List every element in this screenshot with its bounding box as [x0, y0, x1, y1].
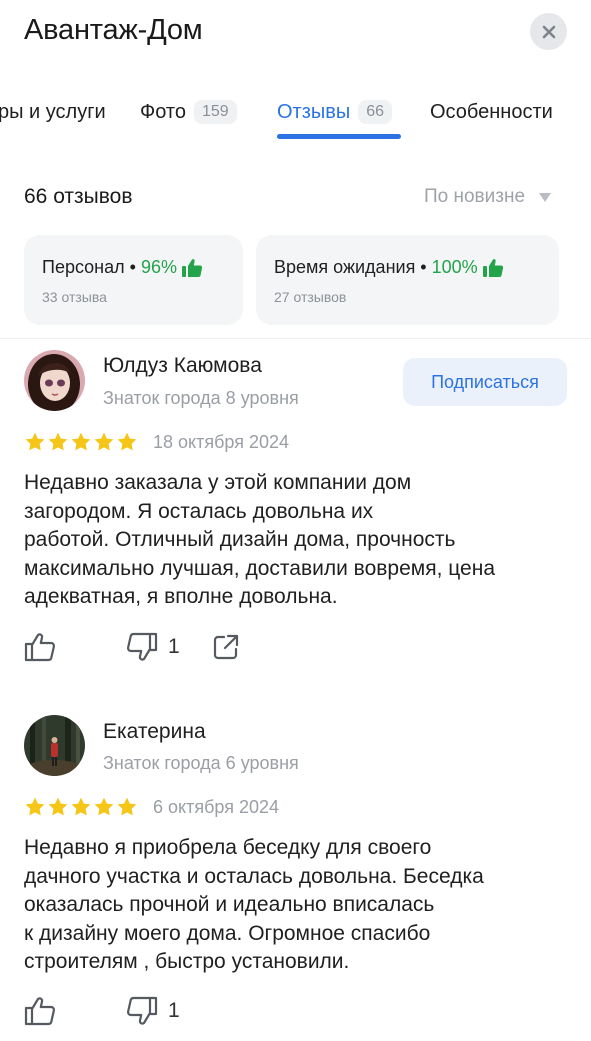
thumbs-up-icon — [181, 258, 203, 277]
review-text-line: строителям , быстро установили. — [24, 950, 350, 973]
star-icon — [25, 797, 45, 816]
review-text: Недавно я приобрела беседку для своего д… — [24, 834, 574, 977]
tab-count-badge: 66 — [358, 100, 393, 124]
star-icon — [25, 432, 45, 451]
review-author[interactable]: Юлдуз Каюмова — [103, 354, 262, 378]
review-author[interactable]: Екатерина — [103, 720, 206, 744]
aspect-name: Персонал • — [42, 257, 136, 277]
star-icon — [48, 432, 68, 451]
tab-label: Особенности — [430, 100, 553, 123]
sort-label: По новизне — [424, 186, 526, 207]
review-text-line: к дизайну моего дома. Огромное спасибо — [24, 921, 431, 945]
aspect-percent: 96% — [140, 257, 177, 277]
thumbs-down-outline-icon — [126, 632, 158, 661]
thumbs-up-icon — [482, 258, 503, 277]
share-icon — [213, 634, 238, 660]
page-title: Авантаж-Дом — [24, 14, 203, 46]
review-text-line: работой. Отличный дизайн дома, прочность — [24, 528, 456, 551]
thumbs-down-outline-icon — [126, 996, 158, 1025]
dislike-count: 1 — [168, 635, 180, 658]
review-text-line: Недавно я приобрела беседку для своего — [24, 836, 432, 859]
review-text: Недавно заказала у этой компании дом заг… — [24, 469, 574, 612]
sort-dropdown[interactable]: По новизне — [424, 186, 552, 208]
star-icon — [117, 797, 137, 816]
thumbs-up-outline-icon — [24, 997, 56, 1026]
review-text-line: загородом. Я осталась довольна их — [24, 499, 374, 523]
like-button[interactable] — [24, 996, 56, 1026]
tab-label: Фото — [140, 100, 186, 123]
rating-stars — [24, 796, 138, 818]
author-level: Знаток города 8 уровня — [103, 388, 299, 408]
tab-bar: ры и услуги Фото 159 Отзывы 66 Особеннос… — [0, 92, 591, 142]
review-date: 6 октября 2024 — [153, 797, 279, 817]
tab-features[interactable]: Особенности — [430, 92, 553, 132]
star-icon — [71, 432, 91, 451]
star-icon — [117, 432, 137, 451]
star-icon — [71, 797, 91, 816]
review-text-line: дачного участка и осталась довольна. Бес… — [24, 864, 484, 888]
star-icon — [94, 797, 114, 816]
star-icon — [48, 797, 68, 816]
tab-reviews[interactable]: Отзывы 66 — [277, 92, 393, 132]
tab-photos[interactable]: Фото 159 — [140, 92, 237, 132]
share-button[interactable] — [212, 633, 240, 661]
aspect-name: Время ожидания • — [274, 257, 427, 277]
review-text-line: Недавно заказала у этой компании дом — [24, 471, 412, 494]
close-icon — [542, 25, 555, 38]
tab-count-badge: 159 — [193, 100, 237, 124]
star-icon — [94, 432, 114, 451]
aspect-subtext: 27 отзывов — [274, 289, 347, 305]
aspect-card-staff[interactable]: Персонал • 96% 33 отзыва — [24, 235, 243, 325]
aspect-subtext: 33 отзыва — [42, 289, 107, 305]
like-button[interactable] — [24, 632, 56, 662]
thumbs-up-outline-icon — [24, 633, 56, 662]
dislike-button[interactable]: 1 — [126, 632, 180, 662]
review-text-line: максимально лучшая, доставили вовремя, ц… — [24, 556, 495, 580]
review-date: 18 октября 2024 — [153, 432, 290, 452]
subscribe-button[interactable]: Подписаться — [403, 358, 567, 406]
review-text-line: адекватная, я вполне довольна. — [24, 585, 338, 608]
aspect-percent: 100% — [431, 257, 478, 277]
dislike-button[interactable]: 1 — [126, 996, 180, 1026]
aspect-card-waiting-time[interactable]: Время ожидания • 100% 27 отзывов — [256, 235, 559, 325]
tab-label: Отзывы — [277, 100, 351, 123]
rating-stars — [24, 431, 138, 453]
active-tab-indicator — [277, 134, 401, 139]
divider — [0, 338, 591, 339]
tab-label: ры и услуги — [0, 100, 106, 123]
review-actions: 1 — [24, 996, 206, 1026]
review-text-line: оказалась прочной и идеально вписалась — [24, 893, 435, 916]
caret-down-icon — [539, 192, 552, 202]
author-level: Знаток города 6 уровня — [103, 753, 299, 773]
close-button[interactable] — [530, 13, 567, 50]
avatar[interactable] — [24, 715, 85, 776]
dislike-count: 1 — [168, 999, 180, 1022]
avatar[interactable] — [24, 350, 85, 411]
review-actions: 1 — [24, 632, 266, 662]
reviews-count: 66 отзывов — [24, 185, 133, 208]
tab-services[interactable]: ры и услуги — [0, 92, 106, 132]
